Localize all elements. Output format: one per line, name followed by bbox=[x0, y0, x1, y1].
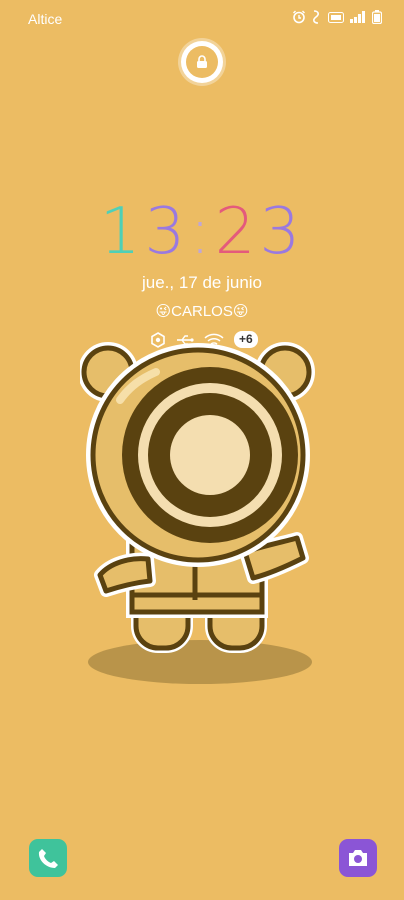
phone-icon bbox=[38, 849, 58, 868]
alarm-icon bbox=[293, 10, 305, 24]
status-icons bbox=[292, 10, 382, 24]
clock-digit: 3 bbox=[144, 195, 190, 269]
carrier-label: Altice bbox=[28, 11, 63, 27]
clock-separator: : bbox=[189, 195, 215, 269]
camera-shortcut[interactable] bbox=[339, 839, 377, 877]
lock-icon bbox=[186, 46, 218, 78]
owner-message: 😜CARLOS😜 bbox=[155, 303, 249, 320]
camera-icon bbox=[349, 850, 367, 866]
volte-icon bbox=[328, 11, 344, 23]
lockscreen-clock: 13:23 bbox=[0, 195, 404, 269]
lock-indicator[interactable] bbox=[181, 41, 223, 83]
clock-digit: 2 bbox=[214, 195, 260, 269]
lockscreen-date: jue., 17 de junio bbox=[141, 273, 263, 292]
clock-digit: 3 bbox=[259, 195, 305, 269]
battery-icon bbox=[372, 10, 382, 24]
status-bar: Altice bbox=[0, 0, 404, 38]
phone-shortcut[interactable] bbox=[29, 839, 67, 877]
clock-digit: 1 bbox=[99, 195, 145, 269]
signal-icon bbox=[350, 11, 365, 23]
wallpaper-mascot bbox=[80, 342, 315, 684]
nfc-icon bbox=[313, 10, 319, 24]
